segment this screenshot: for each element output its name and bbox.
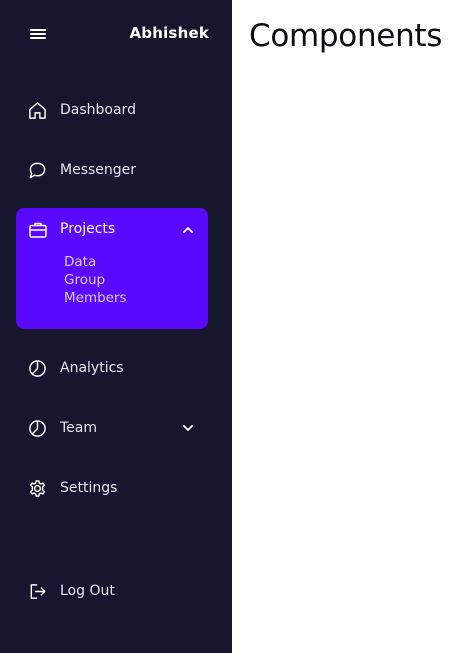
- sidebar-item-dashboard[interactable]: Dashboard: [16, 88, 208, 132]
- logout-button[interactable]: Log Out: [16, 569, 208, 613]
- submenu-item-data[interactable]: Data: [64, 253, 127, 271]
- sidebar-item-team[interactable]: Team: [16, 406, 208, 450]
- pie-chart-icon: [28, 419, 47, 438]
- sidebar-item-settings[interactable]: Settings: [16, 466, 208, 510]
- briefcase-icon: [28, 220, 48, 240]
- logout-label: Log Out: [60, 583, 115, 599]
- logout-icon: [28, 582, 47, 601]
- sidebar-item-label: Team: [60, 420, 98, 436]
- projects-toggle[interactable]: Projects: [16, 208, 208, 252]
- chevron-up-icon[interactable]: [181, 223, 195, 237]
- submenu-item-group[interactable]: Group: [64, 271, 127, 289]
- projects-submenu: Data Group Members: [64, 253, 127, 307]
- gear-icon: [28, 479, 47, 498]
- sidebar-item-label: Analytics: [60, 360, 124, 376]
- chat-icon: [28, 161, 47, 180]
- sidebar-item-analytics[interactable]: Analytics: [16, 346, 208, 390]
- sidebar-item-messenger[interactable]: Messenger: [16, 148, 208, 192]
- submenu-item-members[interactable]: Members: [64, 289, 127, 307]
- sidebar-item-label: Messenger: [60, 162, 137, 178]
- page-title: Components: [249, 18, 443, 54]
- pie-chart-icon: [28, 359, 47, 378]
- sidebar-item-label: Settings: [60, 480, 118, 496]
- sidebar-item-label: Projects: [60, 221, 116, 237]
- home-icon: [28, 101, 47, 120]
- sidebar: Abhishek Dashboard Messenger Projects Da…: [0, 0, 232, 653]
- sidebar-item-projects: Projects Data Group Members: [16, 208, 208, 329]
- chevron-down-icon[interactable]: [181, 421, 195, 435]
- brand-name: Abhishek: [129, 24, 209, 42]
- sidebar-item-label: Dashboard: [60, 102, 136, 118]
- hamburger-menu-icon[interactable]: [30, 27, 46, 41]
